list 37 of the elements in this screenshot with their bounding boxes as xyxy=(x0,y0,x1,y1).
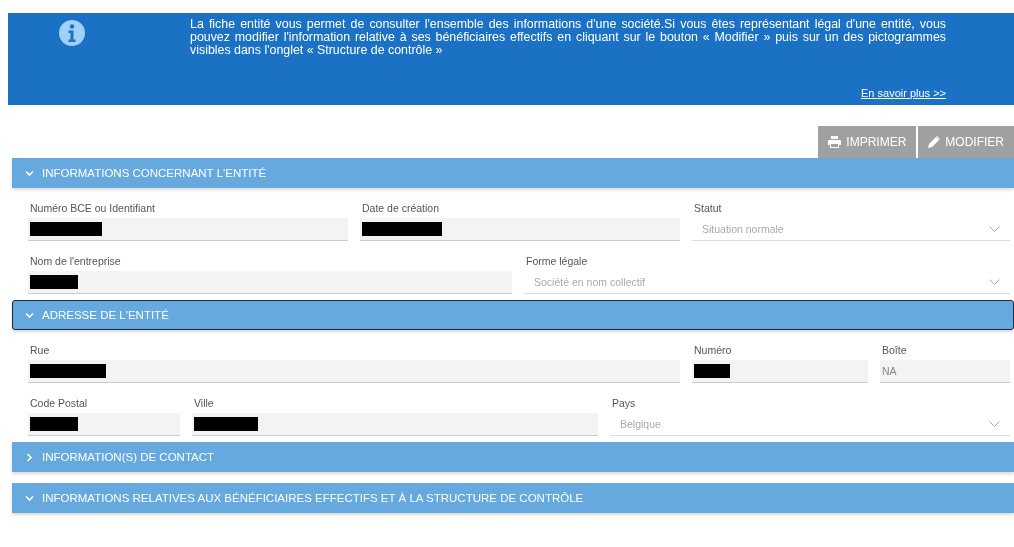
pencil-icon xyxy=(928,136,941,148)
field-label: Nom de l'entreprise xyxy=(29,255,122,267)
field-label: Numéro xyxy=(693,344,733,356)
field-label: Ville xyxy=(193,397,215,409)
input-field[interactable] xyxy=(28,218,348,241)
input-field[interactable] xyxy=(28,360,680,383)
chevron-down-icon xyxy=(989,225,1000,233)
input-field[interactable]: NA xyxy=(880,360,1010,383)
chevron-down-icon xyxy=(989,278,1000,286)
field-label: Numéro BCE ou Identifiant xyxy=(29,202,156,214)
info-message: La fiche entité vous permet de consulter l'ensemble des informations d'une société.Si vous êtes représentant légal d'une entité, vous pouvez modifier l'information relative à ses bénéficiaires effectifs en cliquant sur le bouton « Modifier » puis sur un des pictogrammes visibles dans l'onglet « Structure de contrôle » xyxy=(190,18,946,57)
edit-button[interactable]: MODIFIER xyxy=(918,126,1014,158)
field-label: Rue xyxy=(29,344,51,356)
input-field[interactable] xyxy=(360,218,680,241)
print-button[interactable]: IMPRIMER xyxy=(818,126,917,158)
field-label: Pays xyxy=(611,397,637,409)
field-label: Statut xyxy=(693,202,723,214)
field-label: Code Postal xyxy=(29,397,89,409)
field-label: Forme légale xyxy=(525,255,589,267)
section-header[interactable]: ADRESSE DE L'ENTITÉ xyxy=(12,300,1014,330)
section-header[interactable]: INFORMATIONS RELATIVES AUX BÉNÉFICIAIRES EFFECTIFS ET À LA STRUCTURE DE CONTRÔLE xyxy=(12,483,1014,513)
chevron-down-icon xyxy=(25,310,34,320)
input-field[interactable] xyxy=(28,413,180,436)
chevron-down-icon xyxy=(25,168,34,178)
input-field[interactable] xyxy=(692,360,868,383)
section-header[interactable]: INFORMATIONS CONCERNANT L'ENTITÉ xyxy=(12,158,1014,188)
info-icon xyxy=(58,19,86,47)
field-label: Boîte xyxy=(881,344,908,356)
input-field[interactable] xyxy=(28,271,512,294)
field-label: Date de création xyxy=(361,202,441,214)
chevron-down-icon xyxy=(25,493,34,503)
input-field[interactable] xyxy=(192,413,598,436)
chevron-down-icon xyxy=(989,420,1000,428)
learn-more-link[interactable]: En savoir plus >> xyxy=(861,87,946,99)
chevron-right-icon xyxy=(25,452,34,462)
printer-icon xyxy=(828,136,842,148)
section-header[interactable]: INFORMATION(S) DE CONTACT xyxy=(12,442,1014,472)
